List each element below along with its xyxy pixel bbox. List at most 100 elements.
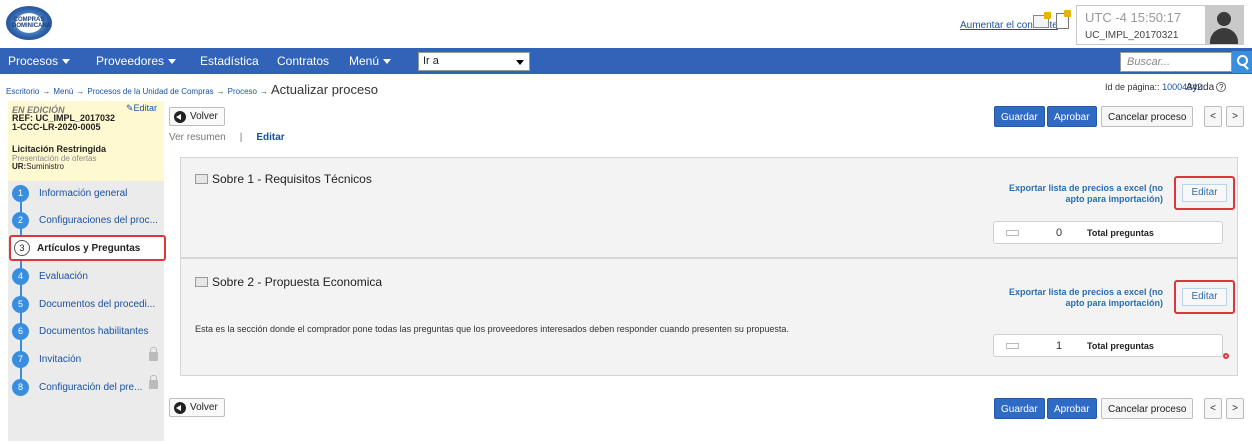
clock-text: UTC -4 15:50:17 [1085,10,1182,25]
questions-count: 1 [1056,340,1063,352]
prev-button-bottom[interactable]: < [1204,398,1222,419]
help-link[interactable]: Ayuda? [1186,82,1227,93]
nav-procesos[interactable]: Procesos [8,54,71,68]
nav-estadistica[interactable]: Estadística [200,54,259,68]
logo-text: COMPRAS DOMINICANA [12,17,51,29]
cancel-process-button-bottom[interactable]: Cancelar proceso [1101,398,1194,419]
back-button-top[interactable]: Volver [169,107,225,126]
process-ur: UR:Suministro [12,162,64,171]
goto-select-value: Ir a [423,55,439,67]
tab-separator: | [239,132,243,143]
step-label: Invitación [39,354,82,365]
step-configuracion-presentacion[interactable]: 8 Configuración del pre... [12,375,164,397]
back-arrow-icon [174,111,186,123]
approve-button-top[interactable]: Aprobar [1047,106,1097,127]
tab-editar[interactable]: Editar [256,132,284,143]
search-icon[interactable] [1232,51,1252,73]
edit-section-button-wrap: Editar [1174,176,1235,210]
help-label: Ayuda [1186,82,1215,93]
step-label: Documentos habilitantes [39,326,149,337]
step-label: Artículos y Preguntas [37,243,141,254]
lock-icon [149,375,158,389]
top-bar: COMPRAS DOMINICANA Aumentar el contraste… [0,0,1252,48]
ur-label: UR: [12,162,27,171]
section-sobre-1: Sobre 1 - Requisitos Técnicos Exportar l… [180,157,1238,258]
edit-section-button-wrap: Editar [1174,280,1235,314]
breadcrumb-procesos-unidad[interactable]: Procesos de la Unidad de Compras [87,87,213,96]
envelope-icon [195,277,208,287]
step-informacion-general[interactable]: 1 Información general [12,183,164,203]
breadcrumb-arrow: → [42,87,51,96]
edit-process-label: Editar [133,103,158,113]
step-configuraciones[interactable]: 2 Configuraciones del proc... [12,210,164,230]
view-tabs: Ver resumen | Editar [169,132,285,143]
chevron-down-icon [516,60,524,65]
export-excel-link[interactable]: Exportar lista de precios a excel (no ap… [991,183,1163,205]
process-reference: REF: UC_IMPL_2017032 1-CCC-LR-2020-0005 [12,114,162,132]
username: UC_IMPL_20170321 [1085,30,1179,41]
questions-icon [1006,230,1019,236]
step-invitacion[interactable]: 7 Invitación [12,347,164,369]
search-input[interactable]: Buscar... [1120,52,1232,72]
nav-contratos-label: Contratos [277,54,330,68]
back-label: Volver [190,111,218,122]
avatar-icon[interactable] [1205,6,1243,44]
questions-count: 0 [1056,227,1063,239]
step-label: Configuración del pre... [39,382,143,393]
save-button-bottom[interactable]: Guardar [994,398,1045,419]
export-excel-link[interactable]: Exportar lista de precios a excel (no ap… [991,287,1163,309]
lock-icon [149,347,158,361]
nav-proveedores-label: Proveedores [96,54,165,68]
prev-button-top[interactable]: < [1204,106,1222,127]
nav-estadistica-label: Estadística [200,54,259,68]
nav-procesos-label: Procesos [8,54,59,68]
approve-button-bottom[interactable]: Aprobar [1047,398,1097,419]
step-number: 1 [12,185,29,202]
step-number: 4 [12,268,29,285]
next-button-top[interactable]: > [1226,106,1244,127]
nav-contratos[interactable]: Contratos [277,54,329,68]
section-title-text: Sobre 1 - Requisitos Técnicos [212,172,372,186]
edit-section-button[interactable]: Editar [1182,184,1227,202]
back-button-bottom[interactable]: Volver [169,398,225,417]
questions-count-box[interactable]: 0 Total preguntas [993,221,1223,244]
notifications-icon[interactable] [1056,10,1071,29]
next-button-bottom[interactable]: > [1226,398,1244,419]
edit-section-button[interactable]: Editar [1182,288,1227,306]
question-icon: ? [1216,82,1227,92]
section-title: Sobre 1 - Requisitos Técnicos [195,172,372,186]
chevron-down-icon [383,59,392,65]
process-type: Licitación Restringida [12,144,107,154]
step-label: Evaluación [39,271,88,282]
nav-menu[interactable]: Menú [349,54,392,68]
compras-dominicana-logo[interactable]: COMPRAS DOMINICANA [6,6,52,40]
step-label: Configuraciones del proc... [39,215,158,226]
alert-dot-icon [1223,353,1229,359]
step-documentos-habilitantes[interactable]: 6 Documentos habilitantes [12,321,164,341]
questions-count-box[interactable]: 1 Total preguntas [993,334,1223,357]
user-box[interactable]: UTC -4 15:50:17 UC_IMPL_20170321 [1076,5,1244,45]
goto-select[interactable]: Ir a [418,52,530,71]
breadcrumb-menu[interactable]: Menú [53,87,73,96]
page-id-label: Id de página:: [1105,82,1160,92]
breadcrumb-escritorio[interactable]: Escritorio [6,87,39,96]
step-number: 6 [12,323,29,340]
messages-icon[interactable] [1033,12,1051,28]
step-number: 8 [12,379,29,396]
breadcrumb-proceso[interactable]: Proceso [228,87,257,96]
breadcrumb-arrow: → [260,87,269,96]
save-button-top[interactable]: Guardar [994,106,1045,127]
ur-value: Suministro [26,162,65,171]
search-placeholder: Buscar... [1127,56,1170,68]
step-documentos-procedimiento[interactable]: 5 Documentos del procedi... [12,294,164,314]
breadcrumb-arrow: → [76,87,85,96]
main-navbar: Procesos Proveedores Estadística Contrat… [0,48,1252,74]
nav-proveedores[interactable]: Proveedores [96,54,177,68]
step-evaluacion[interactable]: 4 Evaluación [12,266,164,286]
edit-process-link[interactable]: ✎Editar [126,103,157,114]
breadcrumb: Escritorio → Menú → Procesos de la Unidad de… [6,82,378,97]
breadcrumb-arrow: → [216,87,225,96]
cancel-process-button-top[interactable]: Cancelar proceso [1101,106,1194,127]
tab-ver-resumen[interactable]: Ver resumen [169,132,226,143]
step-articulos-preguntas[interactable]: 3 Artículos y Preguntas [9,235,166,261]
